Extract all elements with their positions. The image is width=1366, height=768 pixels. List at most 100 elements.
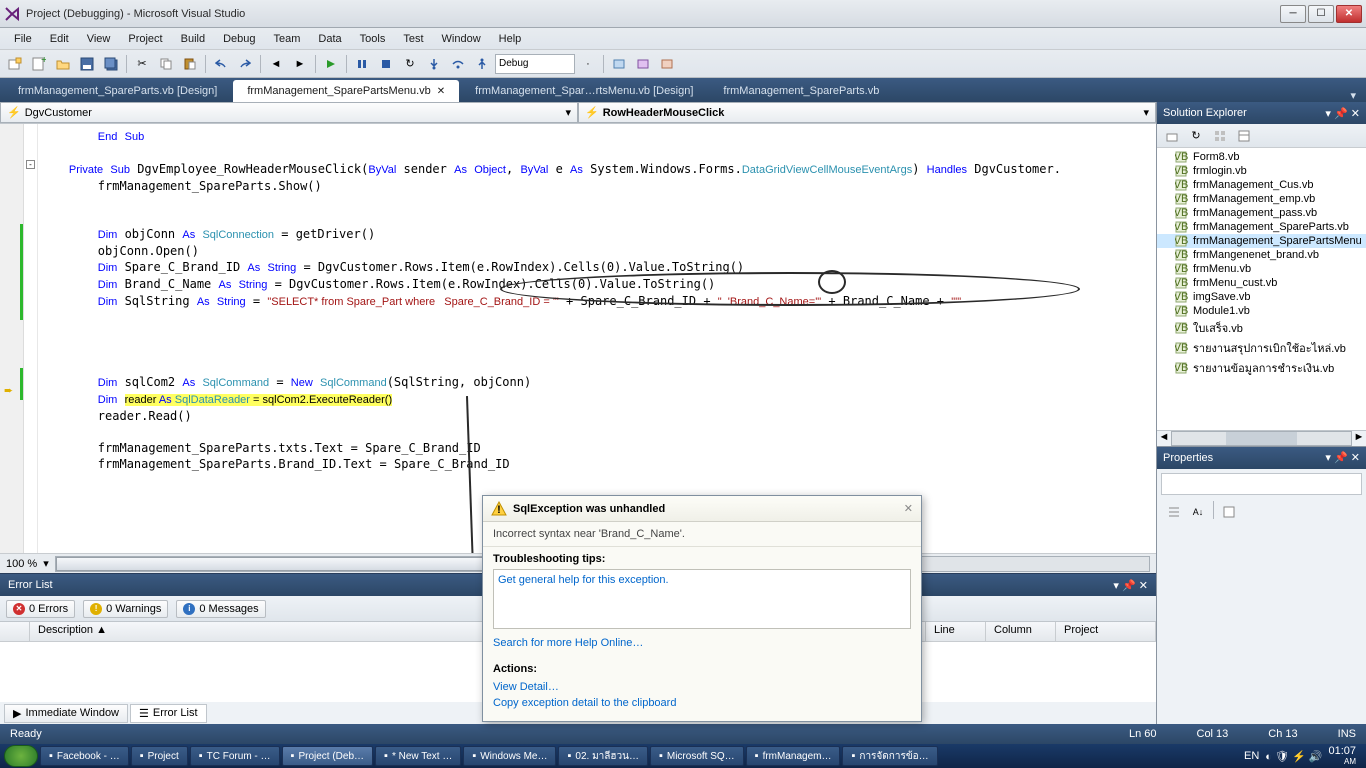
open-button[interactable] xyxy=(52,53,74,75)
taskbar-button[interactable]: ▪Project (Deb… xyxy=(282,746,373,766)
close-tab-icon[interactable]: ✕ xyxy=(437,86,445,97)
view-detail-link[interactable]: View Detail… xyxy=(493,681,559,693)
copy-exception-link[interactable]: Copy exception detail to the clipboard xyxy=(493,697,676,709)
tool-d[interactable] xyxy=(656,53,678,75)
se-showall-button[interactable] xyxy=(1209,125,1231,147)
se-refresh-button[interactable]: ↻ xyxy=(1185,125,1207,147)
doc-tab-1[interactable]: frmManagement_SparePartsMenu.vb✕ xyxy=(233,80,459,102)
nav-back-button[interactable]: ◄ xyxy=(265,53,287,75)
taskbar-button[interactable]: ▪TC Forum - … xyxy=(190,746,280,766)
panel-close-icon[interactable]: ✕ xyxy=(1351,452,1360,464)
system-tray[interactable]: EN ◐ 🛡 ⚡ 🔊 01:07AM xyxy=(1244,746,1362,767)
search-help-link[interactable]: Search for more Help Online… xyxy=(493,637,643,649)
taskbar-button[interactable]: ▪frmManagem… xyxy=(746,746,841,766)
warnings-filter[interactable]: !0 Warnings xyxy=(83,600,168,618)
col-project[interactable]: Project xyxy=(1056,622,1156,641)
start-button[interactable] xyxy=(4,745,38,767)
menu-view[interactable]: View xyxy=(79,31,119,47)
cut-button[interactable]: ✂ xyxy=(131,53,153,75)
paste-button[interactable] xyxy=(179,53,201,75)
menu-file[interactable]: File xyxy=(6,31,40,47)
copy-button[interactable] xyxy=(155,53,177,75)
tab-overflow-icon[interactable]: ▾ xyxy=(1344,89,1362,102)
tree-item[interactable]: VBfrmManagement_SparePartsMenu xyxy=(1157,234,1366,248)
tree-item[interactable]: VBfrmlogin.vb xyxy=(1157,164,1366,178)
save-all-button[interactable] xyxy=(100,53,122,75)
taskbar-button[interactable]: ▪02. มาลีฮวน… xyxy=(558,746,647,766)
taskbar-button[interactable]: ▪Microsoft SQ… xyxy=(650,746,744,766)
redo-button[interactable] xyxy=(234,53,256,75)
maximize-button[interactable]: ☐ xyxy=(1308,5,1334,23)
method-dropdown[interactable]: ⚡RowHeaderMouseClick▾ xyxy=(578,102,1156,123)
menu-debug[interactable]: Debug xyxy=(215,31,263,47)
stop-button[interactable] xyxy=(375,53,397,75)
tip-link[interactable]: Get general help for this exception. xyxy=(498,574,669,586)
tree-scroll[interactable]: ◄► xyxy=(1157,430,1366,446)
props-pages-button[interactable] xyxy=(1218,501,1240,523)
tab-immediate[interactable]: ▶Immediate Window xyxy=(4,704,128,723)
new-project-button[interactable] xyxy=(4,53,26,75)
class-dropdown[interactable]: ⚡DgvCustomer▾ xyxy=(0,102,578,123)
menu-build[interactable]: Build xyxy=(173,31,213,47)
restart-button[interactable]: ↻ xyxy=(399,53,421,75)
taskbar-button[interactable]: ▪Facebook - … xyxy=(40,746,129,766)
menu-data[interactable]: Data xyxy=(310,31,349,47)
doc-tab-0[interactable]: frmManagement_SpareParts.vb [Design] xyxy=(4,80,231,102)
menu-edit[interactable]: Edit xyxy=(42,31,77,47)
tool-a[interactable]: · xyxy=(577,53,599,75)
tips-box[interactable]: Get general help for this exception. xyxy=(493,569,911,629)
tree-item[interactable]: VBใบเสร็จ.vb xyxy=(1157,318,1366,338)
menu-tools[interactable]: Tools xyxy=(352,31,394,47)
panel-close-icon[interactable]: ✕ xyxy=(1351,108,1360,120)
tree-item[interactable]: VBรายงานสรุปการเบิกใช้อะไหล่.vb xyxy=(1157,338,1366,358)
step-out-button[interactable] xyxy=(471,53,493,75)
menu-team[interactable]: Team xyxy=(266,31,309,47)
step-into-button[interactable] xyxy=(423,53,445,75)
panel-pin-icon[interactable]: 📌 xyxy=(1334,108,1348,120)
props-alpha-button[interactable]: A↓ xyxy=(1187,501,1209,523)
tab-error-list[interactable]: ☰Error List xyxy=(130,704,207,723)
se-properties-button[interactable] xyxy=(1233,125,1255,147)
tree-item[interactable]: VBรายงานข้อมูลการชำระเงิน.vb xyxy=(1157,358,1366,378)
taskbar-button[interactable]: ▪Project xyxy=(131,746,188,766)
break-button[interactable] xyxy=(351,53,373,75)
start-button[interactable] xyxy=(320,53,342,75)
solution-tree[interactable]: VBForm8.vbVBfrmlogin.vbVBfrmManagement_C… xyxy=(1157,148,1366,430)
errors-filter[interactable]: ✕0 Errors xyxy=(6,600,75,618)
panel-pin-icon[interactable]: 📌 xyxy=(1334,452,1348,464)
save-button[interactable] xyxy=(76,53,98,75)
panel-menu-icon[interactable]: ▾ xyxy=(1113,580,1119,592)
tree-item[interactable]: VBfrmMangenenet_brand.vb xyxy=(1157,248,1366,262)
minimize-button[interactable]: ─ xyxy=(1280,5,1306,23)
panel-pin-icon[interactable]: 📌 xyxy=(1122,580,1136,592)
tool-b[interactable] xyxy=(608,53,630,75)
code-editor[interactable]: - ➨ End Sub Private Sub DgvEmployee_RowH… xyxy=(0,124,1156,553)
tray-icons[interactable]: ◐ 🛡 ⚡ 🔊 xyxy=(1265,750,1322,763)
tool-c[interactable] xyxy=(632,53,654,75)
menu-test[interactable]: Test xyxy=(395,31,431,47)
props-categorized-button[interactable] xyxy=(1163,501,1185,523)
taskbar-button[interactable]: ▪Windows Me… xyxy=(463,746,556,766)
zoom-level[interactable]: 100 % xyxy=(6,558,37,570)
lang-indicator[interactable]: EN xyxy=(1244,750,1259,762)
config-dropdown[interactable]: Debug xyxy=(495,54,575,74)
undo-button[interactable] xyxy=(210,53,232,75)
messages-filter[interactable]: i0 Messages xyxy=(176,600,265,618)
tree-item[interactable]: VBfrmManagement_SpareParts.vb xyxy=(1157,220,1366,234)
panel-close-icon[interactable]: ✕ xyxy=(1139,580,1148,592)
menu-project[interactable]: Project xyxy=(120,31,170,47)
panel-menu-icon[interactable]: ▾ xyxy=(1325,108,1331,120)
close-button[interactable]: ✕ xyxy=(1336,5,1362,23)
add-item-button[interactable]: + xyxy=(28,53,50,75)
se-home-button[interactable] xyxy=(1161,125,1183,147)
panel-menu-icon[interactable]: ▾ xyxy=(1325,452,1331,464)
tree-item[interactable]: VBfrmManagement_emp.vb xyxy=(1157,192,1366,206)
tree-item[interactable]: VBModule1.vb xyxy=(1157,304,1366,318)
tree-item[interactable]: VBimgSave.vb xyxy=(1157,290,1366,304)
zoom-dropdown-icon[interactable]: ▾ xyxy=(43,557,49,570)
col-line[interactable]: Line xyxy=(926,622,986,641)
taskbar-button[interactable]: ▪การจัดการข้อ… xyxy=(842,746,937,766)
nav-fwd-button[interactable]: ► xyxy=(289,53,311,75)
taskbar-button[interactable]: ▪* New Text … xyxy=(375,746,461,766)
step-over-button[interactable] xyxy=(447,53,469,75)
